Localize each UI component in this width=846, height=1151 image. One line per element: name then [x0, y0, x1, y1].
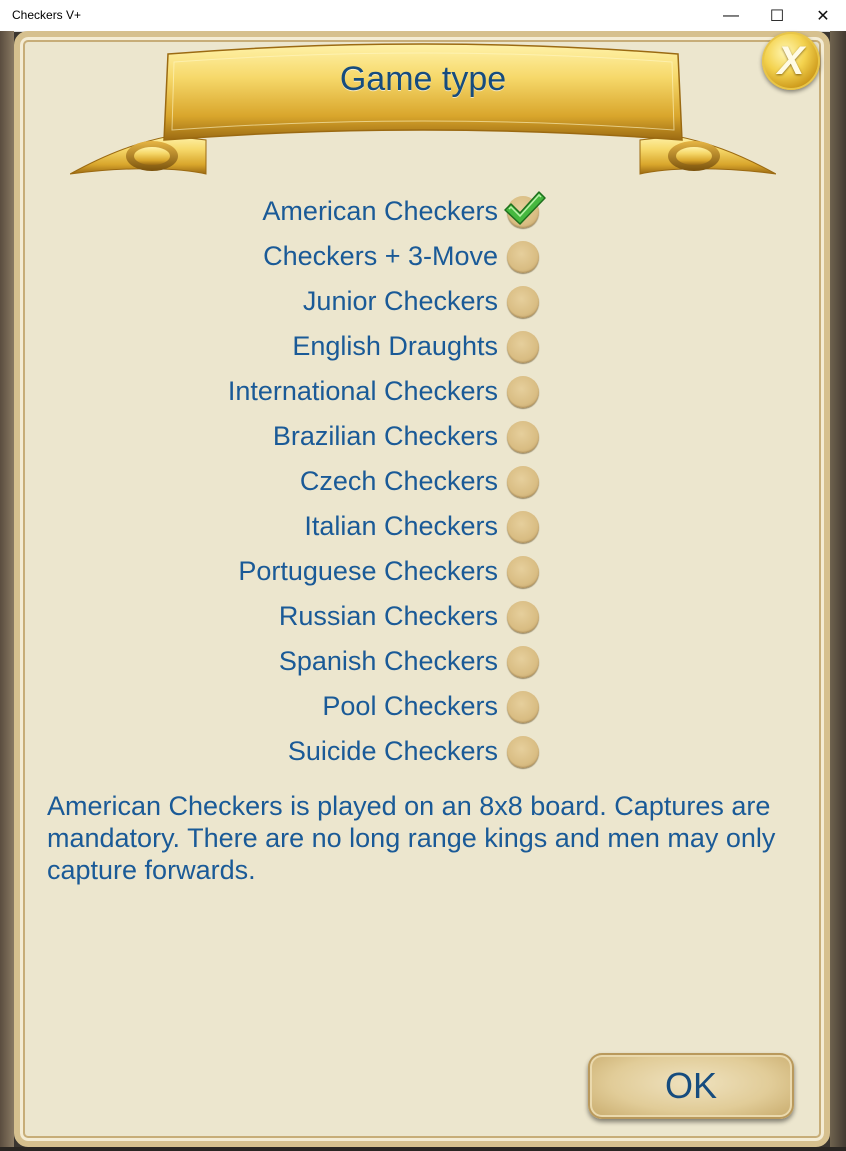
game-type-label: English Draughts [292, 331, 498, 361]
ok-button-label: OK [664, 1065, 717, 1106]
minimize-icon: — [723, 6, 739, 24]
maximize-icon: ☐ [769, 7, 785, 25]
minimize-button[interactable]: — [708, 0, 754, 31]
game-type-option[interactable]: Checkers + 3-Move [0, 237, 846, 282]
radio-circle-icon[interactable] [507, 331, 539, 363]
game-type-label: American Checkers [262, 196, 498, 226]
game-type-option[interactable]: Spanish Checkers [0, 642, 846, 687]
dialog-close-button[interactable]: X [762, 32, 820, 90]
game-type-label: International Checkers [227, 376, 498, 406]
ok-button[interactable]: OK [588, 1053, 794, 1119]
game-type-label: Junior Checkers [302, 286, 498, 316]
game-type-option[interactable]: International Checkers [0, 372, 846, 417]
game-type-option[interactable]: English Draughts [0, 327, 846, 372]
game-type-label: Brazilian Checkers [272, 421, 498, 451]
dialog-title: Game type [339, 60, 507, 98]
radio-circle-icon[interactable] [507, 646, 539, 678]
window-title: Checkers V+ [12, 8, 82, 22]
game-type-option[interactable]: Russian Checkers [0, 597, 846, 642]
radio-circle-icon[interactable] [507, 466, 539, 498]
radio-circle-icon[interactable] [507, 601, 539, 633]
game-type-option[interactable]: Italian Checkers [0, 507, 846, 552]
game-type-label: Suicide Checkers [287, 736, 498, 766]
checkmark-icon [504, 191, 546, 225]
taskbar-edge [0, 1147, 846, 1151]
window-close-button[interactable]: ✕ [800, 0, 846, 31]
game-type-label: Russian Checkers [278, 601, 498, 631]
radio-circle-icon[interactable] [507, 691, 539, 723]
window-close-icon: ✕ [816, 7, 830, 25]
game-type-label: Spanish Checkers [278, 646, 498, 676]
radio-circle-icon[interactable] [507, 241, 539, 273]
radio-circle-icon[interactable] [507, 376, 539, 408]
game-type-label: Italian Checkers [304, 511, 498, 541]
game-type-option[interactable]: Brazilian Checkers [0, 417, 846, 462]
game-type-description: American Checkers is played on an 8x8 bo… [47, 791, 776, 885]
radio-circle-icon[interactable] [507, 736, 539, 768]
game-type-option[interactable]: Suicide Checkers [0, 732, 846, 777]
radio-circle-icon[interactable] [507, 286, 539, 318]
radio-selected[interactable] [504, 191, 546, 228]
game-type-label: Czech Checkers [299, 466, 498, 496]
game-type-option[interactable]: Junior Checkers [0, 282, 846, 327]
radio-circle-icon[interactable] [507, 511, 539, 543]
game-type-option[interactable]: American Checkers [0, 191, 846, 237]
game-type-label: Checkers + 3-Move [263, 241, 498, 271]
game-type-label: Pool Checkers [322, 691, 498, 721]
game-type-option[interactable]: Pool Checkers [0, 687, 846, 732]
game-type-label: Portuguese Checkers [238, 556, 498, 586]
radio-circle-icon[interactable] [507, 421, 539, 453]
game-type-option[interactable]: Czech Checkers [0, 462, 846, 507]
window-titlebar: Checkers V+ — ☐ ✕ [0, 0, 846, 32]
close-icon: X [777, 39, 805, 83]
radio-circle-icon[interactable] [507, 556, 539, 588]
maximize-button[interactable]: ☐ [754, 0, 800, 31]
game-type-option[interactable]: Portuguese Checkers [0, 552, 846, 597]
